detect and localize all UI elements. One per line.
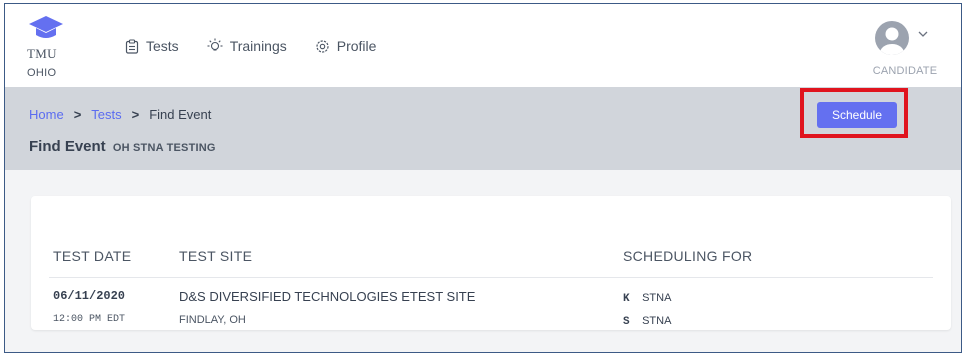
brand-state: OHIO (27, 67, 57, 79)
nav-label-profile: Profile (336, 38, 377, 54)
column-header-test-site: TEST SITE (179, 248, 253, 264)
scheduling-item: S STNA (623, 315, 671, 328)
main-content: TEST DATE TEST SITE SCHEDULING FOR 06/11… (5, 170, 961, 352)
graduation-cap-icon (29, 16, 63, 38)
breadcrumb: Home > Tests > Find Event (29, 107, 211, 122)
user-menu[interactable]: CANDIDATE (863, 21, 943, 81)
scheduling-label: STNA (642, 315, 672, 327)
brand-logo[interactable]: TMU OHIO (17, 12, 77, 82)
page-title-text: Find Event (29, 138, 106, 155)
scheduling-code: K (623, 293, 630, 305)
app-window: TMU OHIO Tests Trainings Profile CANDIDA… (4, 3, 962, 353)
avatar (875, 21, 909, 55)
event-time: 12:00 PM EDT (53, 314, 126, 325)
events-card: TEST DATE TEST SITE SCHEDULING FOR 06/11… (31, 196, 951, 330)
nav-item-trainings[interactable]: Trainings (207, 38, 287, 54)
nav-item-tests[interactable]: Tests (125, 38, 179, 54)
brand-name: TMU (27, 46, 57, 61)
scheduling-item: K STNA (623, 292, 671, 305)
breadcrumb-separator: > (131, 107, 140, 122)
nav-item-profile[interactable]: Profile (315, 38, 377, 54)
nav-label-trainings: Trainings (229, 38, 287, 54)
nav-label-tests: Tests (146, 38, 179, 54)
scheduling-label: STNA (642, 292, 672, 304)
event-date: 06/11/2020 (53, 289, 126, 303)
user-role: CANDIDATE (872, 65, 938, 77)
breadcrumb-home[interactable]: Home (29, 107, 64, 122)
page-subtitle: OH STNA TESTING (112, 142, 216, 154)
breadcrumb-tests[interactable]: Tests (91, 107, 121, 122)
event-site-name: D&S DIVERSIFIED TECHNOLOGIES ETEST SITE (179, 289, 476, 304)
event-site-location: FINDLAY, OH (179, 314, 246, 326)
gear-icon (316, 39, 329, 53)
schedule-button[interactable]: Schedule (817, 102, 897, 128)
table-divider (49, 277, 933, 278)
breadcrumb-separator: > (73, 107, 82, 122)
column-header-test-date: TEST DATE (53, 248, 132, 264)
main-nav: Tests Trainings Profile (125, 38, 404, 54)
top-navbar: TMU OHIO Tests Trainings Profile CANDIDA… (5, 4, 961, 87)
scheduling-code: S (623, 316, 630, 328)
lightbulb-icon (207, 38, 223, 51)
breadcrumb-current: Find Event (149, 107, 212, 122)
clipboard-icon (125, 38, 139, 54)
chevron-down-icon (918, 31, 928, 37)
user-icon (880, 27, 904, 55)
page-title: Find Event OH STNA TESTING (29, 138, 216, 155)
column-header-scheduling-for: SCHEDULING FOR (623, 248, 753, 264)
